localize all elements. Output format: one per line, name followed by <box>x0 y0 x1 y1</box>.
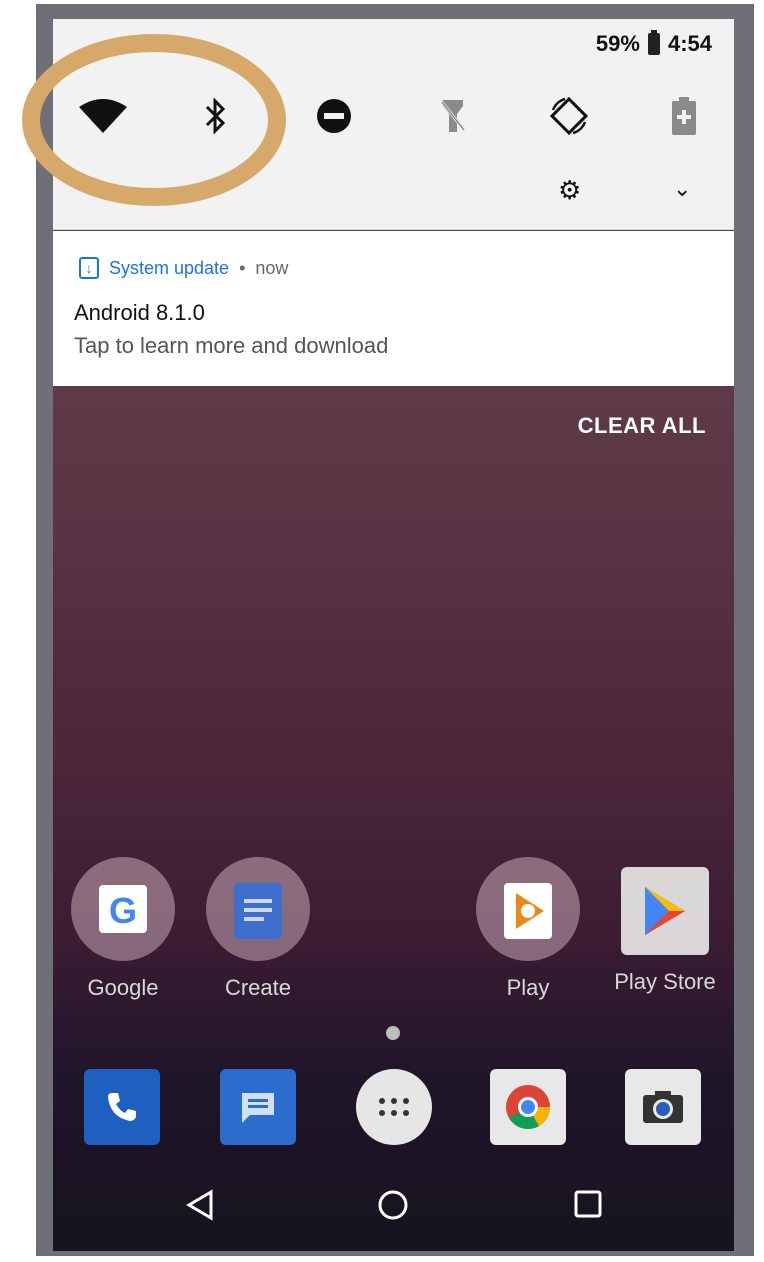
battery-saver-icon[interactable] <box>654 89 714 143</box>
svg-text:G: G <box>109 890 137 931</box>
flashlight-icon[interactable] <box>423 89 483 143</box>
home-icon[interactable] <box>377 1189 409 1226</box>
auto-rotate-icon[interactable] <box>539 89 599 143</box>
notification-app-name: System update <box>109 257 230 278</box>
app-label: Google <box>87 975 159 1000</box>
recents-icon[interactable] <box>573 1189 603 1224</box>
battery-percent: 59% <box>595 31 640 56</box>
notification-body: Tap to learn more and download <box>74 333 389 358</box>
messages-icon[interactable] <box>220 1069 296 1145</box>
app-label: Play Store <box>614 969 716 994</box>
page-indicator <box>386 1026 400 1040</box>
notification-separator: • <box>239 257 246 278</box>
notification-time: now <box>255 257 289 278</box>
play-music-icon <box>476 857 580 961</box>
clock: 4:54 <box>667 31 712 56</box>
battery-icon <box>647 30 660 55</box>
app-create[interactable]: Create <box>206 857 310 1001</box>
back-icon[interactable] <box>185 1189 215 1226</box>
notification-header: ↓ System update • now <box>79 257 288 279</box>
notification-title: Android 8.1.0 <box>74 300 205 325</box>
status-bar: 59% 4:54 <box>595 30 712 57</box>
chevron-down-icon[interactable]: ⌄ <box>673 176 691 202</box>
camera-icon[interactable] <box>625 1069 701 1145</box>
system-update-icon: ↓ <box>79 257 99 279</box>
app-drawer-icon[interactable] <box>356 1069 432 1145</box>
notification-card[interactable]: ↓ System update • now Android 8.1.0 Tap … <box>53 231 734 386</box>
do-not-disturb-icon[interactable] <box>304 89 364 143</box>
clear-all-button[interactable]: CLEAR ALL <box>578 413 706 439</box>
phone-icon[interactable] <box>84 1069 160 1145</box>
chrome-icon[interactable] <box>490 1069 566 1145</box>
app-play-store[interactable]: Play Store <box>605 857 725 995</box>
docs-icon <box>206 857 310 961</box>
google-icon: G <box>71 857 175 961</box>
highlight-annotation <box>22 34 286 206</box>
app-label: Create <box>224 975 292 1000</box>
play-store-icon <box>621 867 709 955</box>
app-label: Play <box>506 975 550 1000</box>
settings-gear-icon[interactable]: ⚙ <box>558 175 581 206</box>
app-play[interactable]: Play <box>476 857 580 1001</box>
app-google[interactable]: G Google <box>71 857 175 1001</box>
